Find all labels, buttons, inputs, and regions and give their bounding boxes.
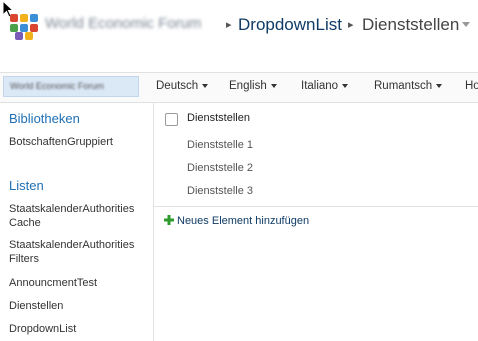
nav-item-deutsch[interactable]: Deutsch: [156, 80, 209, 92]
quicklaunch-item[interactable]: AnnouncmentTest: [9, 276, 154, 290]
list-view: Dienststellen Dienststelle 1 Dienststell…: [154, 102, 478, 341]
breadcrumb-separator-icon: ▸: [226, 19, 232, 31]
breadcrumb-list-link[interactable]: DropdownList: [238, 15, 342, 35]
chevron-down-icon[interactable]: [462, 22, 470, 27]
add-new-item-label: Neues Element hinzufügen: [177, 215, 310, 227]
nav-item-label: Deutsch: [156, 80, 199, 92]
chevron-down-icon: [342, 83, 349, 88]
chevron-down-icon: [270, 83, 277, 88]
divider: [154, 206, 478, 207]
quicklaunch-item[interactable]: StaatskalenderAuthorities Cache: [9, 202, 154, 230]
site-logo-icon[interactable]: [10, 14, 38, 40]
quicklaunch-item[interactable]: Dienstellen: [9, 299, 154, 313]
nav-item-rumantsch[interactable]: Rumantsch: [374, 80, 443, 92]
nav-item-label: Ho: [465, 80, 478, 92]
top-navigation: World Economic Forum Deutsch English Ita…: [0, 72, 478, 103]
nav-item-english[interactable]: English: [229, 80, 277, 92]
quicklaunch-item[interactable]: DropdownList: [9, 322, 154, 336]
quicklaunch-item[interactable]: StaatskalenderAuthorities Filters: [9, 238, 154, 266]
nav-home-link[interactable]: World Economic Forum: [3, 76, 139, 97]
breadcrumb-separator-icon: ▸: [348, 19, 354, 31]
nav-home-label: World Economic Forum: [10, 81, 104, 91]
chevron-down-icon: [436, 83, 443, 88]
quicklaunch-item[interactable]: BotschaftenGruppiert: [9, 135, 154, 149]
nav-item-label: English: [229, 80, 267, 92]
chevron-down-icon: [202, 83, 209, 88]
column-header[interactable]: Dienststellen: [187, 112, 250, 124]
site-name[interactable]: World Economic Forum: [45, 15, 201, 32]
select-all-checkbox[interactable]: [165, 113, 178, 126]
title-row: World Economic Forum ▸ DropdownList ▸ Di…: [0, 0, 478, 60]
list-item[interactable]: Dienststelle 1: [187, 139, 253, 151]
list-item[interactable]: Dienststelle 2: [187, 162, 253, 174]
breadcrumb-current: Dienststellen: [362, 15, 460, 34]
nav-item-label: Italiano: [301, 80, 339, 92]
list-item[interactable]: Dienststelle 3: [187, 185, 253, 197]
nav-item-italiano[interactable]: Italiano: [301, 80, 349, 92]
nav-item-truncated[interactable]: Ho: [465, 80, 478, 92]
nav-item-label: Rumantsch: [374, 80, 433, 92]
quicklaunch-heading-libraries[interactable]: Bibliotheken: [9, 111, 80, 126]
quick-launch: Bibliotheken BotschaftenGruppiert Listen…: [0, 102, 154, 341]
plus-icon: [164, 215, 174, 225]
quicklaunch-heading-lists[interactable]: Listen: [9, 178, 44, 193]
